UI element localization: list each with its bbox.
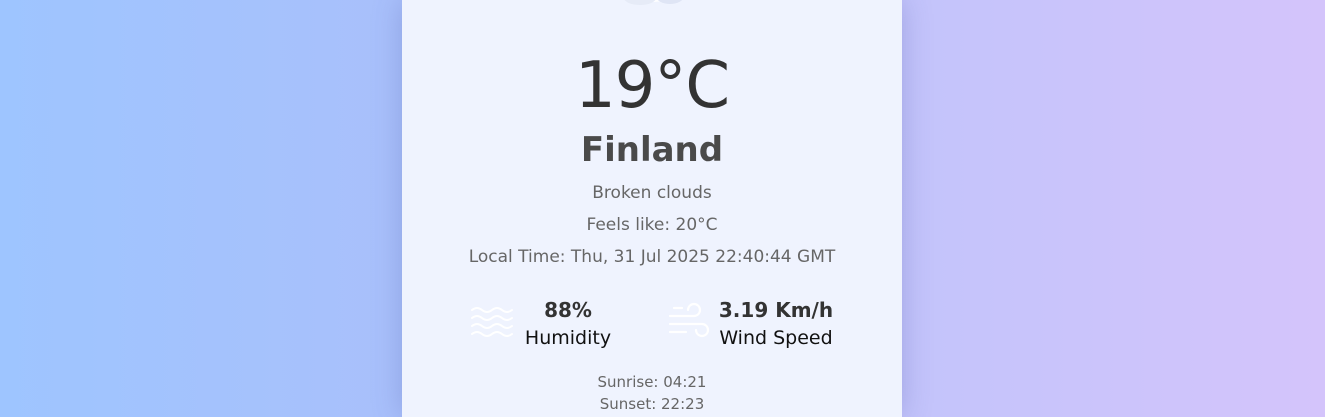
wind-value: 3.19 Km/h [718, 298, 834, 322]
sunrise-time: Sunrise: 04:21 [597, 373, 707, 391]
humidity-text: 88% Humidity [516, 296, 620, 352]
feels-like: Feels like: 20°C [586, 215, 718, 235]
humidity-value: 88% [544, 298, 592, 322]
sunset-time: Sunset: 22:23 [599, 395, 705, 413]
city-name: Finland [580, 130, 724, 170]
local-time: Local Time: Thu, 31 Jul 2025 22:40:44 GM… [468, 247, 836, 267]
weather-description: Broken clouds [592, 183, 712, 203]
wind-stat: 3.19 Km/h Wind Speed [668, 296, 838, 352]
wind-icon [668, 302, 710, 338]
humidity-stat: 88% Humidity [470, 296, 620, 352]
humidity-label: Humidity [524, 327, 612, 349]
wind-label: Wind Speed [719, 327, 833, 349]
weather-card: 19°C Finland Broken clouds Feels like: 2… [402, 0, 902, 417]
cloud-icon [624, 0, 683, 5]
temperature: 19°C [574, 49, 730, 123]
wind-text: 3.19 Km/h Wind Speed [714, 296, 838, 352]
humidity-waves-icon [471, 307, 513, 337]
